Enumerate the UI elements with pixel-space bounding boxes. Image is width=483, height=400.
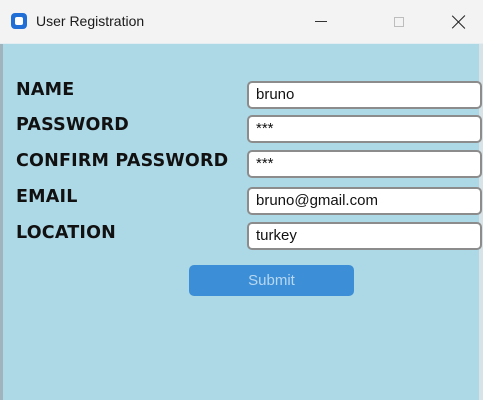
confirm-password-field[interactable]: ***: [247, 150, 482, 178]
email-label: EMAIL: [16, 187, 78, 207]
minimize-icon: [315, 21, 327, 22]
maximize-icon: [394, 16, 404, 27]
maximize-button[interactable]: [376, 0, 422, 43]
app-icon: [11, 13, 27, 29]
title-bar[interactable]: User Registration: [0, 0, 483, 44]
close-icon: [452, 15, 466, 29]
left-border: [0, 44, 3, 400]
password-field[interactable]: ***: [247, 115, 482, 143]
location-field[interactable]: turkey: [247, 222, 482, 250]
minimize-button[interactable]: [298, 0, 344, 43]
close-button[interactable]: [436, 0, 482, 43]
confirm-password-label: CONFIRM PASSWORD: [16, 151, 229, 171]
submit-button[interactable]: Submit: [189, 265, 354, 296]
name-field[interactable]: bruno: [247, 81, 482, 109]
name-label: NAME: [16, 80, 75, 100]
location-label: LOCATION: [16, 223, 117, 243]
window-title: User Registration: [36, 13, 145, 29]
password-label: PASSWORD: [16, 115, 129, 135]
registration-window: User Registration NAME bruno PASSWORD **…: [0, 0, 483, 400]
email-field[interactable]: bruno@gmail.com: [247, 187, 482, 215]
